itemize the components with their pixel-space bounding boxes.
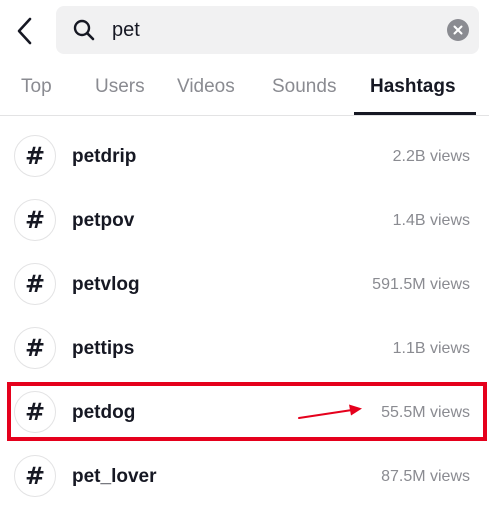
hashtag-icon: #	[14, 391, 56, 433]
active-tab-indicator	[354, 112, 476, 115]
tab-hashtags[interactable]: Hashtags	[370, 76, 456, 98]
hashtag-row-petpov[interactable]: # petpov 1.4B views	[0, 188, 489, 252]
hashtag-name: petvlog	[72, 274, 140, 295]
hashtag-views: 2.2B views	[392, 148, 470, 165]
clear-search-button[interactable]	[447, 19, 469, 41]
close-icon	[453, 25, 463, 35]
hashtag-row-petvlog[interactable]: # petvlog 591.5M views	[0, 252, 489, 316]
hashtag-icon: #	[14, 199, 56, 241]
hashtag-name: petdog	[72, 402, 136, 423]
tab-sounds[interactable]: Sounds	[272, 76, 336, 98]
hashtag-icon: #	[14, 455, 56, 497]
hashtag-name: petpov	[72, 210, 135, 231]
hashtag-icon: #	[14, 263, 56, 305]
hashtag-row-petdrip[interactable]: # petdrip 2.2B views	[0, 124, 489, 188]
chevron-left-icon	[17, 17, 32, 45]
top-bar	[0, 0, 489, 62]
hashtag-name: petdrip	[72, 146, 137, 167]
hashtag-row-petdog[interactable]: # petdog 55.5M views	[0, 380, 489, 444]
hashtag-views: 87.5M views	[381, 468, 470, 485]
hashtag-icon: #	[14, 327, 56, 369]
search-bar[interactable]	[56, 6, 479, 54]
search-tabs: Top Users Videos Sounds Hashtags	[0, 66, 489, 116]
search-input[interactable]	[112, 14, 432, 46]
hashtag-name: pettips	[72, 338, 135, 359]
hashtag-views: 55.5M views	[381, 404, 470, 421]
hashtag-name: pet_lover	[72, 466, 157, 487]
hashtag-row-pettips[interactable]: # pettips 1.1B views	[0, 316, 489, 380]
hashtag-row-pet-lover[interactable]: # pet_lover 87.5M views	[0, 444, 489, 508]
hashtag-views: 591.5M views	[372, 276, 470, 293]
tab-top[interactable]: Top	[21, 76, 52, 98]
search-icon	[73, 19, 95, 41]
hashtag-views: 1.1B views	[392, 340, 470, 357]
tab-users[interactable]: Users	[95, 76, 145, 98]
tab-videos[interactable]: Videos	[177, 76, 235, 98]
hashtag-views: 1.4B views	[392, 212, 470, 229]
back-button[interactable]	[10, 14, 38, 48]
hashtag-icon: #	[14, 135, 56, 177]
